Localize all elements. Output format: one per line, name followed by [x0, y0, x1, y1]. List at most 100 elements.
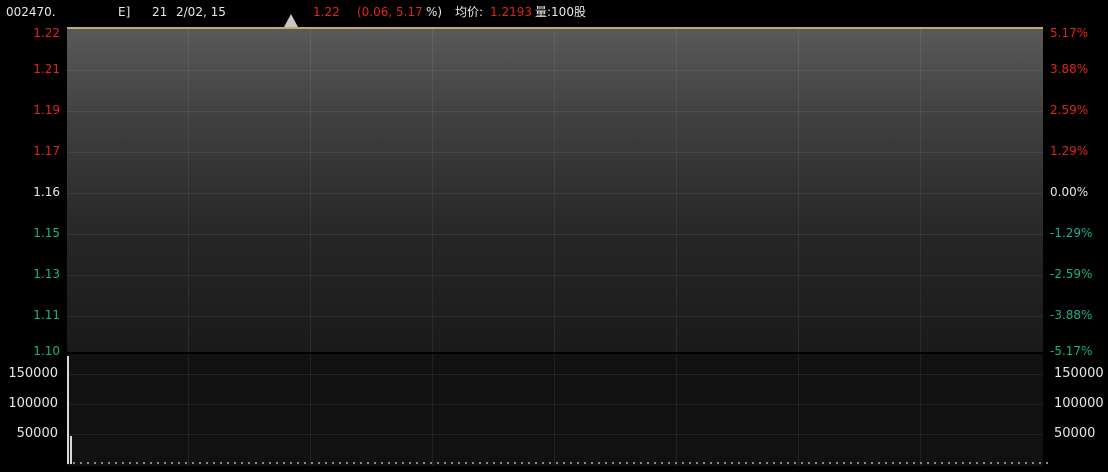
volume-tick-mark [556, 462, 558, 464]
volume-tick-left: 150000 [8, 366, 58, 381]
stock-code: 002470. [6, 5, 56, 19]
volume-tick-mark [290, 462, 292, 464]
volume-tick-mark [213, 462, 215, 464]
volume-tick-mark [759, 462, 761, 464]
volume-label: 量:100股 [535, 5, 586, 19]
volume-tick-mark [416, 462, 418, 464]
volume-tick-mark [668, 462, 670, 464]
price-tick-left: 1.19 [33, 103, 60, 117]
volume-tick-left: 100000 [8, 396, 58, 411]
volume-tick-mark [458, 462, 460, 464]
volume-tick-mark [332, 462, 334, 464]
volume-tick-mark [976, 462, 978, 464]
volume-tick-mark [1032, 462, 1034, 464]
volume-tick-mark [591, 462, 593, 464]
volume-tick-mark [612, 462, 614, 464]
volume-tick-mark [171, 462, 173, 464]
volume-tick-mark [381, 462, 383, 464]
volume-tick-mark [374, 462, 376, 464]
volume-tick-mark [577, 462, 579, 464]
volume-tick-mark [752, 462, 754, 464]
grid-line [188, 29, 189, 352]
grid-line [920, 354, 921, 466]
volume-tick-mark [423, 462, 425, 464]
volume-tick-mark [325, 462, 327, 464]
grid-line [67, 152, 1043, 153]
volume-tick-mark [528, 462, 530, 464]
pct-tick-right: -5.17% [1050, 344, 1093, 358]
price-tick-left: 1.10 [33, 344, 60, 358]
volume-tick-mark [549, 462, 551, 464]
volume-tick-mark [108, 462, 110, 464]
grid-line [798, 354, 799, 466]
volume-tick-mark [717, 462, 719, 464]
cursor-marker-icon [284, 14, 298, 27]
volume-tick-mark [269, 462, 271, 464]
volume-tick-mark [1046, 462, 1048, 464]
volume-tick-mark [675, 462, 677, 464]
volume-tick-mark [248, 462, 250, 464]
volume-tick-mark [227, 462, 229, 464]
volume-tick-mark [150, 462, 152, 464]
volume-tick-mark [584, 462, 586, 464]
pct-tick-right: 0.00% [1050, 185, 1089, 199]
pct-tick-right: -3.88% [1050, 308, 1093, 322]
price-tick-left: 1.15 [33, 226, 60, 240]
volume-tick-mark [465, 462, 467, 464]
volume-tick-mark [157, 462, 159, 464]
volume-tick-mark [703, 462, 705, 464]
volume-tick-mark [73, 462, 75, 464]
volume-tick-mark [787, 462, 789, 464]
volume-tick-mark [437, 462, 439, 464]
volume-tick-mark [885, 462, 887, 464]
grid-line [67, 374, 1043, 375]
volume-tick-mark [955, 462, 957, 464]
volume-tick-mark [542, 462, 544, 464]
current-price: 1.22 [313, 5, 340, 19]
volume-tick-mark [745, 462, 747, 464]
pct-tick-right: -1.29% [1050, 226, 1093, 240]
avg-price-value: 1.2193 [490, 5, 532, 19]
volume-tick-mark [843, 462, 845, 464]
price-tick-left: 1.13 [33, 267, 60, 281]
volume-tick-mark [206, 462, 208, 464]
volume-tick-mark [178, 462, 180, 464]
volume-tick-mark [185, 462, 187, 464]
volume-tick-mark [941, 462, 943, 464]
volume-tick-mark [164, 462, 166, 464]
avg-price-label: 均价: [455, 5, 484, 19]
grid-line [432, 29, 433, 352]
volume-tick-mark [927, 462, 929, 464]
volume-tick-mark [304, 462, 306, 464]
volume-tick-mark [738, 462, 740, 464]
volume-tick-mark [899, 462, 901, 464]
quote-header: 002470. E] 21 2/02, 15 1.22 (0.06, 5.17 … [0, 0, 1108, 24]
grid-line [554, 29, 555, 352]
volume-tick-mark [199, 462, 201, 464]
volume-tick-mark [360, 462, 362, 464]
volume-tick-mark [647, 462, 649, 464]
volume-tick-mark [101, 462, 103, 464]
volume-tick-mark [521, 462, 523, 464]
pct-tick-right: 2.59% [1050, 103, 1089, 117]
volume-tick-mark [339, 462, 341, 464]
price-tick-left: 1.11 [33, 308, 60, 322]
volume-tick-mark [276, 462, 278, 464]
pct-tick-right: 3.88% [1050, 62, 1089, 76]
volume-tick-mark [850, 462, 852, 464]
volume-tick-mark [689, 462, 691, 464]
volume-tick-mark [864, 462, 866, 464]
volume-tick-mark [605, 462, 607, 464]
volume-tick-mark [878, 462, 880, 464]
volume-tick-mark [353, 462, 355, 464]
volume-tick-mark [479, 462, 481, 464]
volume-tick-mark [913, 462, 915, 464]
volume-tick-mark [724, 462, 726, 464]
volume-tick-right: 150000 [1054, 366, 1104, 381]
volume-tick-mark [80, 462, 82, 464]
grid-line [310, 354, 311, 466]
volume-tick-mark [136, 462, 138, 464]
volume-tick-mark [1011, 462, 1013, 464]
grid-line [920, 29, 921, 352]
grid-line [676, 354, 677, 466]
